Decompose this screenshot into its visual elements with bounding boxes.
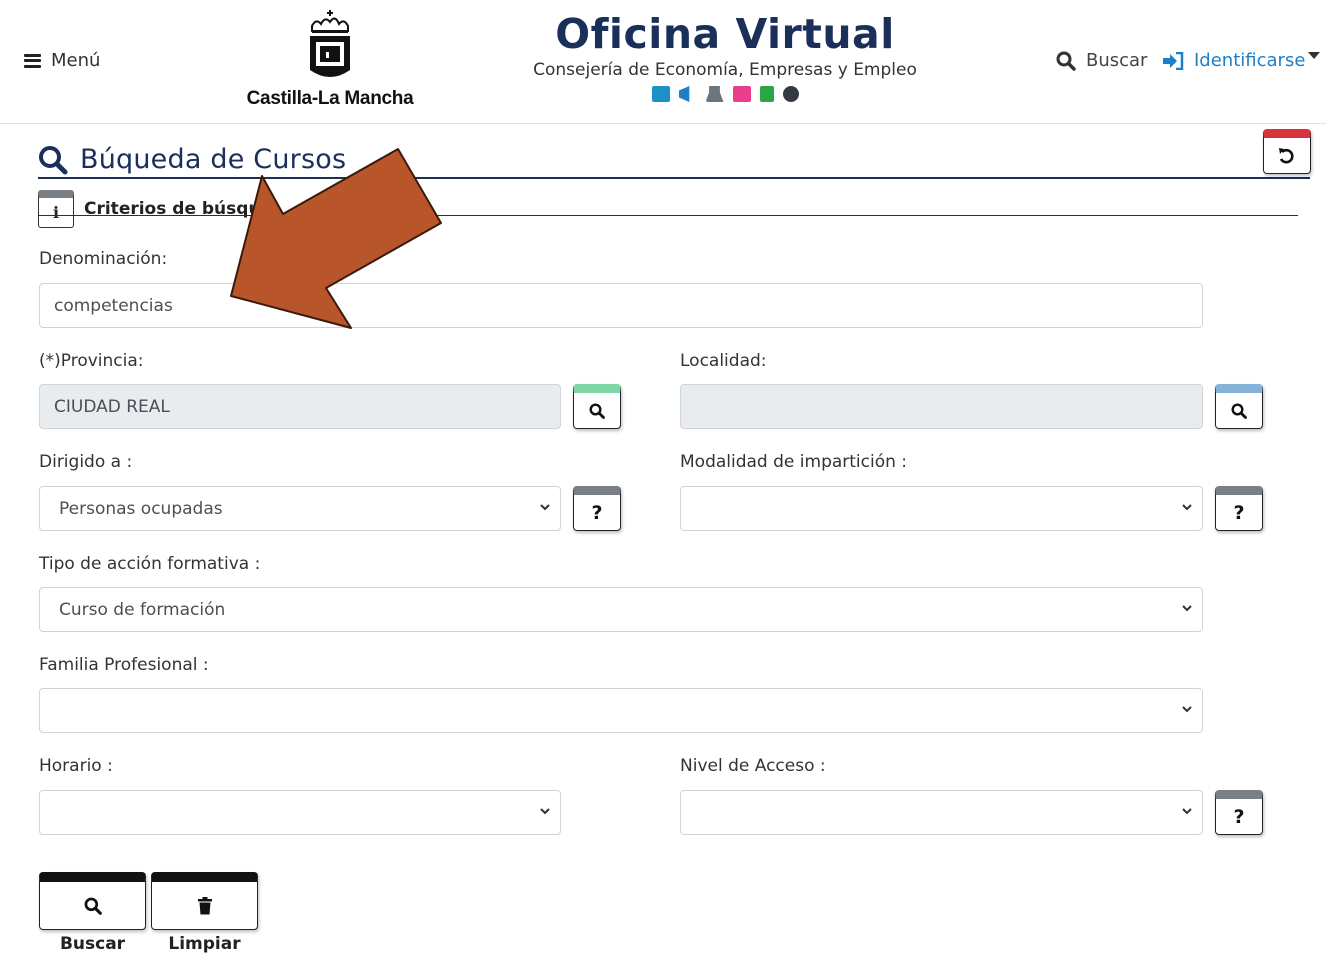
chevron-down-icon [540, 808, 550, 815]
search-icon [1231, 402, 1247, 419]
menu-button[interactable]: Menú [24, 50, 100, 71]
familia-select[interactable] [39, 688, 1203, 733]
clear-button[interactable] [151, 872, 258, 930]
page-title-text: Búqueda de Cursos [80, 144, 347, 175]
dirigido-value: Personas ocupadas [59, 498, 223, 519]
chevron-down-icon [1182, 808, 1192, 815]
top-header: Menú Castilla-La Mancha Oficina Virtual … [0, 0, 1326, 124]
graduate-icon[interactable] [705, 86, 724, 102]
undo-icon [1279, 147, 1294, 163]
reset-button[interactable] [1263, 129, 1311, 174]
page-title: Búqueda de Cursos [38, 144, 346, 175]
brand-title: Oficina Virtual [555, 10, 895, 58]
clipboard-icon[interactable] [759, 86, 774, 102]
search-icon [589, 402, 605, 419]
tipo-accion-select[interactable]: Curso de formación [39, 587, 1203, 632]
tipo-accion-value: Curso de formación [59, 599, 226, 620]
cogs-icon[interactable] [782, 86, 799, 102]
dirigido-select[interactable]: Personas ocupadas [39, 486, 561, 531]
brand-subtitle: Consejería de Economía, Empresas y Emple… [533, 60, 917, 80]
search-icon [1056, 51, 1076, 71]
brand-icon-row [520, 86, 930, 102]
modalidad-help-button[interactable]: ? [1215, 486, 1263, 531]
trash-icon [197, 896, 212, 914]
sign-in-icon [1163, 51, 1184, 70]
header-search-button[interactable]: Buscar [1056, 50, 1147, 71]
nivel-help-button[interactable]: ? [1215, 790, 1263, 835]
castilla-la-mancha-logo[interactable]: Castilla-La Mancha [240, 8, 420, 120]
title-divider [38, 177, 1310, 179]
dirigido-label: Dirigido a : [39, 452, 133, 472]
criteria-heading: i Criterios de búsque [38, 190, 272, 228]
castle-crest-icon [310, 10, 350, 77]
question-icon: ? [591, 501, 603, 524]
question-icon: ? [1233, 805, 1245, 828]
header-search-label: Buscar [1086, 50, 1148, 71]
localidad-search-button[interactable] [1215, 384, 1263, 429]
login-link[interactable]: Identificarse [1162, 50, 1305, 71]
login-label: Identificarse [1194, 50, 1306, 71]
list-icon[interactable] [732, 86, 751, 102]
criteria-divider [38, 215, 1298, 216]
chevron-down-icon[interactable] [1308, 52, 1320, 59]
info-icon[interactable]: i [38, 190, 74, 228]
modalidad-label: Modalidad de impartición : [680, 452, 908, 472]
megaphone-icon[interactable] [678, 86, 690, 102]
denominacion-label: Denominación: [39, 249, 168, 269]
denominacion-value: competencias [54, 295, 173, 316]
hamburger-icon [24, 53, 41, 68]
provincia-label: (*)Provincia: [39, 351, 144, 371]
chevron-down-icon [1182, 706, 1192, 713]
familia-label: Familia Profesional : [39, 655, 209, 675]
search-icon [84, 897, 102, 915]
tipo-accion-label: Tipo de acción formativa : [39, 554, 261, 574]
localidad-label: Localidad: [680, 351, 767, 371]
modalidad-select[interactable] [680, 486, 1203, 531]
search-submit-label: Buscar [59, 934, 126, 954]
oficina-virtual-brand[interactable]: Oficina Virtual Consejería de Economía, … [520, 10, 930, 102]
id-card-icon[interactable] [651, 86, 670, 102]
search-submit-button[interactable] [39, 872, 146, 930]
nivel-label: Nivel de Acceso : [680, 756, 826, 776]
horario-label: Horario : [39, 756, 113, 776]
search-icon [39, 145, 68, 174]
localidad-input [680, 384, 1203, 429]
clear-label: Limpiar [168, 934, 241, 954]
question-icon: ? [1233, 501, 1245, 524]
logo-text: Castilla-La Mancha [246, 88, 414, 109]
denominacion-input[interactable]: competencias [39, 283, 1203, 328]
provincia-search-button[interactable] [573, 384, 621, 429]
nivel-select[interactable] [680, 790, 1203, 835]
menu-label: Menú [51, 50, 101, 71]
chevron-down-icon [540, 504, 550, 511]
provincia-value: CIUDAD REAL [54, 396, 170, 417]
horario-select[interactable] [39, 790, 561, 835]
chevron-down-icon [1182, 605, 1192, 612]
dirigido-help-button[interactable]: ? [573, 486, 621, 531]
criteria-heading-text: Criterios de búsque [84, 199, 273, 219]
chevron-down-icon [1182, 504, 1192, 511]
provincia-input: CIUDAD REAL [39, 384, 561, 429]
